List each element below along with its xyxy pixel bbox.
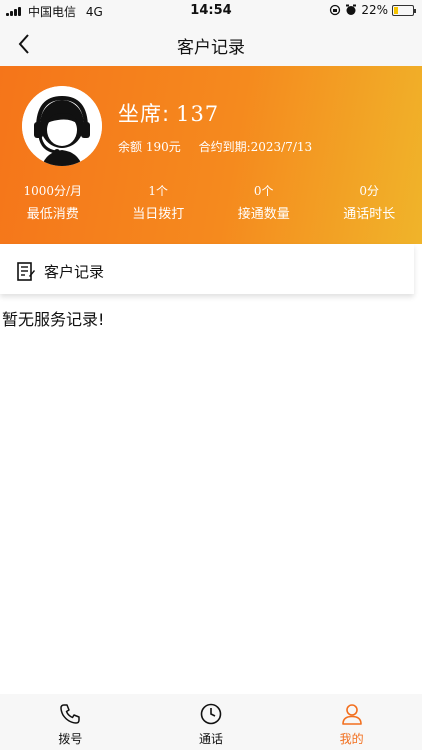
profile-card: 坐席: 137 余额 190元 合约到期:2023/7/13 1000分/月 最低…: [0, 66, 422, 244]
avatar: [22, 86, 102, 166]
alarm-icon: [346, 4, 357, 15]
clock-icon: [200, 703, 222, 725]
stat-value: 0分: [359, 184, 380, 198]
tab-label: 通话: [198, 732, 223, 746]
stat-daily-calls: 1个 当日拨打: [106, 182, 212, 222]
status-bar: 中国电信 4G 14:54 22%: [0, 0, 422, 22]
agent-label: 坐席:: [118, 102, 171, 126]
stat-label: 当日拨打: [132, 207, 185, 222]
tab-label: 拨号: [58, 732, 83, 746]
page-title: 客户记录: [177, 38, 245, 58]
stats-row: 1000分/月 最低消费 1个 当日拨打 0个 接通数量 0分 通话时长: [0, 182, 422, 222]
notebook-icon: [17, 262, 35, 281]
phone-icon: [60, 704, 81, 724]
user-icon: [341, 704, 362, 725]
stat-connected-count: 0个 接通数量: [211, 182, 317, 222]
stat-min-consumption: 1000分/月 最低消费: [0, 182, 106, 222]
stat-value: 0个: [253, 184, 274, 198]
tab-dial[interactable]: 拨号: [0, 694, 141, 750]
stat-value: 1000分/月: [23, 184, 83, 198]
battery-icon: [392, 4, 416, 16]
section-title: 客户记录: [44, 263, 105, 281]
agent-number: 137: [176, 102, 220, 126]
stat-value: 1个: [148, 184, 169, 198]
stat-label: 接通数量: [237, 207, 290, 222]
empty-message: 暂无服务记录!: [2, 310, 105, 329]
stat-call-duration: 0分 通话时长: [317, 182, 422, 222]
contract-expiry: 合约到期:2023/7/13: [198, 140, 313, 154]
section-header: 客户记录: [0, 244, 414, 294]
stat-label: 通话时长: [343, 207, 396, 222]
tab-label: 我的: [339, 732, 364, 746]
tab-calls[interactable]: 通话: [141, 694, 282, 750]
nav-bar: 客户记录: [0, 22, 422, 66]
tab-bar: 拨号 通话 我的: [0, 694, 422, 750]
battery-percent: 22%: [361, 3, 388, 17]
rotation-lock-icon: [330, 4, 341, 16]
tab-mine[interactable]: 我的: [281, 694, 422, 750]
headset-agent-icon: [22, 86, 102, 166]
balance: 余额 190元: [118, 140, 181, 154]
stat-label: 最低消费: [26, 207, 79, 222]
